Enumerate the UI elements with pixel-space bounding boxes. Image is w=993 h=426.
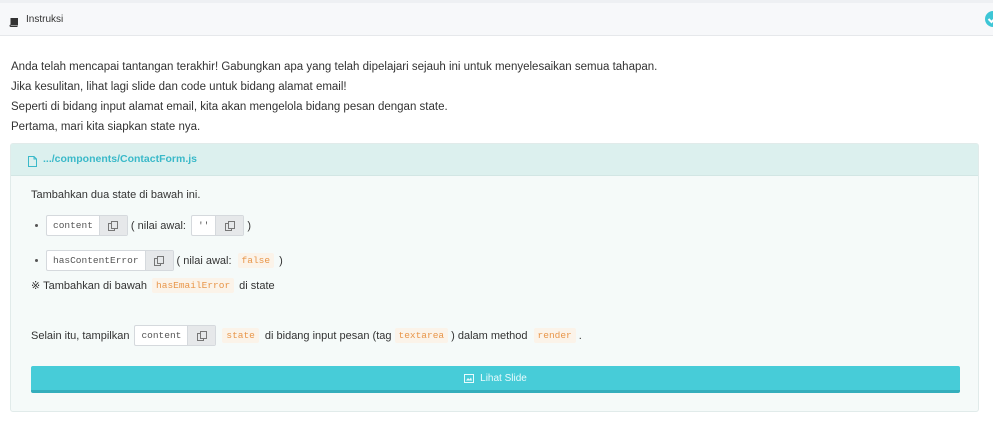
- state-item-content: content ( nilai awal: '' ): [31, 215, 251, 236]
- intro-line: Jika kesulitan, lihat lagi slide dan cod…: [11, 81, 347, 93]
- intro-line: Pertama, mari kita siapkan state nya.: [11, 121, 201, 133]
- code-task-card: .../components/ContactForm.js Tambahkan …: [10, 143, 979, 412]
- content-chip-text: content: [141, 330, 182, 341]
- copy-icon: [224, 220, 235, 231]
- view-slide-button[interactable]: Lihat Slide: [31, 366, 960, 393]
- intro-line: Anda telah mencapai tantangan terakhir! …: [11, 61, 658, 73]
- copy-icon: [154, 255, 165, 266]
- file-icon: [28, 154, 37, 172]
- note-suffix: di state: [239, 279, 275, 292]
- state-code: state: [222, 328, 259, 343]
- header-title: Instruksi: [26, 14, 64, 25]
- copy-button[interactable]: [215, 216, 244, 235]
- textarea-code: textarea: [394, 328, 449, 343]
- note-line: ※ Tambahkan di bawah hasEmailError di st…: [31, 278, 275, 293]
- initial-value: '': [197, 220, 210, 231]
- state-item-has-content-error: hasContentError ( nilai awal: false ): [31, 250, 283, 271]
- copy-button[interactable]: [144, 251, 173, 270]
- state-name: hasContentError: [53, 255, 139, 266]
- bullet: [35, 224, 38, 227]
- initial-value-code: false: [237, 253, 275, 268]
- content-chip: content: [134, 325, 217, 346]
- file-header: .../components/ContactForm.js: [11, 144, 978, 176]
- intro-line: Seperti di bidang input alamat email, ki…: [11, 101, 448, 113]
- bullet: [35, 259, 38, 262]
- initial-label: ( nilai awal:: [130, 219, 186, 232]
- initial-label: ( nilai awal:: [176, 254, 232, 267]
- state-name-chip: hasContentError: [46, 250, 174, 271]
- display-end: .: [578, 329, 582, 342]
- display-mid2: ) dalam method: [451, 329, 528, 342]
- book-icon: [9, 14, 18, 27]
- copy-icon: [108, 220, 119, 231]
- render-code: render: [533, 328, 576, 343]
- copy-button[interactable]: [98, 216, 127, 235]
- paren-close: ): [279, 254, 283, 267]
- instruction-text: Tambahkan dua state di bawah ini.: [31, 189, 200, 201]
- note-prefix: ※ Tambahkan di bawah: [31, 280, 148, 292]
- copy-icon: [196, 330, 207, 341]
- view-slide-label: Lihat Slide: [480, 372, 527, 384]
- file-path: .../components/ContactForm.js: [43, 153, 198, 165]
- state-name-chip: content: [46, 215, 128, 236]
- intro-text: Anda telah mencapai tantangan terakhir! …: [11, 57, 657, 137]
- initial-value-chip: '': [190, 215, 245, 236]
- display-line: Selain itu, tampilkan content state di b…: [31, 325, 582, 346]
- note-code: hasEmailError: [152, 278, 235, 293]
- paren-close: ): [247, 219, 252, 232]
- instructions-header: Instruksi: [0, 3, 993, 36]
- state-name: content: [53, 220, 93, 231]
- display-prefix: Selain itu, tampilkan: [31, 329, 130, 342]
- display-mid: di bidang input pesan (tag: [264, 329, 392, 342]
- check-circle-icon: [985, 11, 993, 27]
- instruction-label: Tambahkan dua state di bawah ini.: [31, 189, 201, 201]
- slide-icon: [464, 373, 475, 383]
- copy-button[interactable]: [187, 326, 216, 345]
